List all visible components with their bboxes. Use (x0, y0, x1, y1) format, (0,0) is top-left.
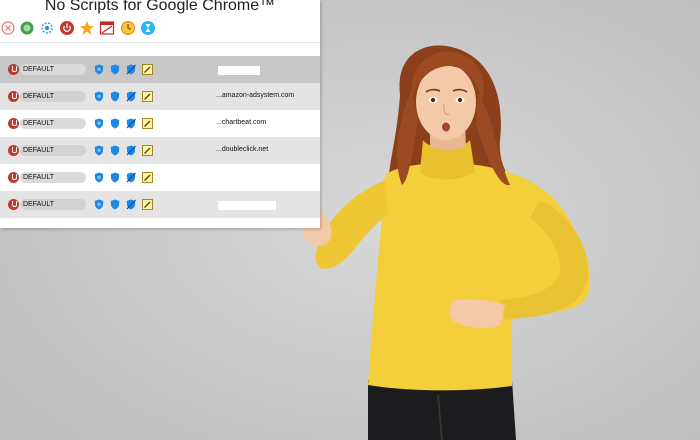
shield-icon[interactable] (94, 64, 104, 75)
script-row[interactable]: DEFAULT (0, 56, 320, 83)
block-shield-icon[interactable] (126, 145, 136, 156)
clock-icon[interactable] (120, 20, 136, 36)
script-rows: DEFAULT DEFAULT ...amazon-adsystem.com D… (0, 56, 320, 218)
edit-icon[interactable] (142, 199, 153, 210)
edit-icon[interactable] (142, 118, 153, 129)
power-icon[interactable] (59, 20, 75, 36)
power-toggle-icon[interactable] (8, 118, 19, 129)
popup-title: No Scripts for Google Chrome™ (44, 0, 276, 14)
shield-icon[interactable] (110, 172, 120, 183)
policy-dropdown[interactable]: DEFAULT (20, 145, 86, 156)
domain-redacted (218, 66, 260, 75)
domain-label: ...chartbeat.com (216, 119, 267, 126)
shield-icon[interactable] (94, 91, 104, 102)
domain-label: ...doubleclick.net (216, 146, 269, 153)
edit-icon[interactable] (142, 172, 153, 183)
script-row[interactable]: DEFAULT ...doubleclick.net (0, 137, 320, 164)
block-shield-icon[interactable] (126, 118, 136, 129)
domain-label: ...amazon-adsystem.com (216, 92, 295, 99)
power-toggle-icon[interactable] (8, 64, 19, 75)
hourglass-icon[interactable] (140, 20, 156, 36)
power-toggle-icon[interactable] (8, 172, 19, 183)
block-shield-icon[interactable] (126, 199, 136, 210)
script-row[interactable]: DEFAULT (0, 191, 320, 218)
shield-icon[interactable] (94, 118, 104, 129)
settings-gear-icon[interactable] (39, 20, 55, 36)
power-toggle-icon[interactable] (8, 145, 19, 156)
green-circle-icon[interactable] (19, 20, 35, 36)
policy-dropdown[interactable]: DEFAULT (20, 172, 86, 183)
block-shield-icon[interactable] (126, 172, 136, 183)
close-circle-icon[interactable] (0, 20, 16, 36)
shield-icon[interactable] (94, 145, 104, 156)
edit-icon[interactable] (142, 64, 153, 75)
star-icon[interactable] (79, 20, 95, 36)
policy-dropdown[interactable]: DEFAULT (20, 91, 86, 102)
shield-icon[interactable] (110, 145, 120, 156)
shield-icon[interactable] (110, 64, 120, 75)
policy-dropdown[interactable]: DEFAULT (20, 199, 86, 210)
edit-icon[interactable] (142, 91, 153, 102)
power-toggle-icon[interactable] (8, 91, 19, 102)
script-row[interactable]: DEFAULT (0, 164, 320, 191)
power-toggle-icon[interactable] (8, 199, 19, 210)
shield-icon[interactable] (110, 91, 120, 102)
shield-icon[interactable] (110, 199, 120, 210)
block-shield-icon[interactable] (126, 64, 136, 75)
shield-icon[interactable] (94, 172, 104, 183)
shield-icon[interactable] (94, 199, 104, 210)
domain-redacted (218, 201, 276, 210)
script-row[interactable]: DEFAULT ...chartbeat.com (0, 110, 320, 137)
script-row[interactable]: DEFAULT ...amazon-adsystem.com (0, 83, 320, 110)
shield-icon[interactable] (110, 118, 120, 129)
policy-dropdown[interactable]: DEFAULT (20, 64, 86, 75)
edit-icon[interactable] (142, 145, 153, 156)
toolbar-divider (0, 42, 320, 43)
no-scripts-popup: No Scripts for Google Chrome™ DEFAULT DE… (0, 0, 320, 228)
policy-dropdown[interactable]: DEFAULT (20, 118, 86, 129)
calendar-block-icon[interactable] (99, 20, 115, 36)
block-shield-icon[interactable] (126, 91, 136, 102)
